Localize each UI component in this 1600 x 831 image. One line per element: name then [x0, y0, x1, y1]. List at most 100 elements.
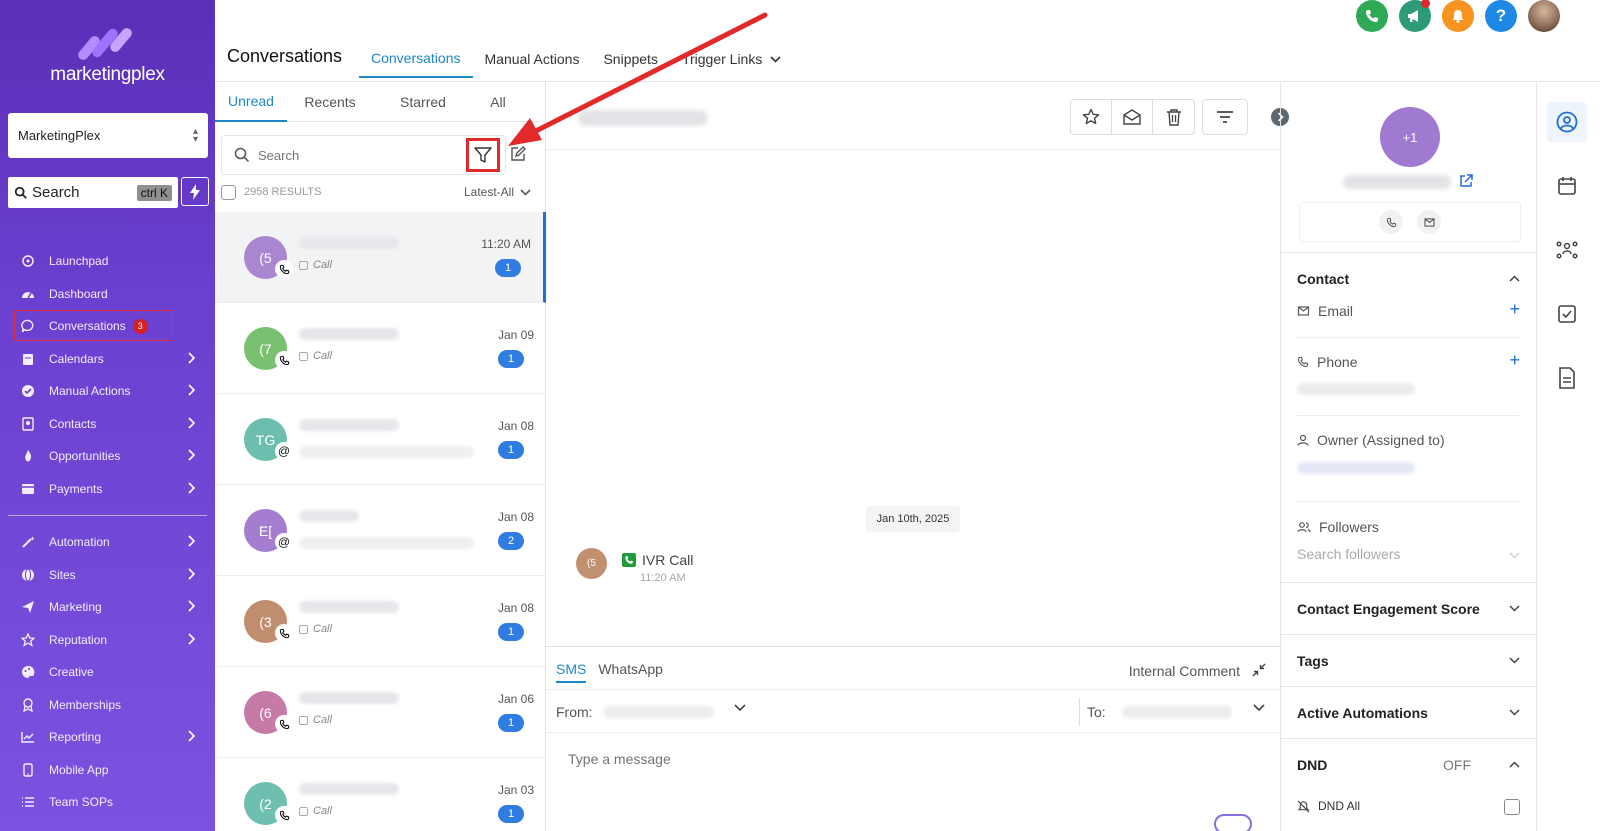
- phone-call-button[interactable]: [1356, 0, 1388, 32]
- conversation-row[interactable]: (2 Call Jan 03 1: [215, 758, 546, 831]
- sidebar: marketingplex MarketingPlex ▴ ▾ Search ct…: [0, 0, 215, 831]
- search-followers-input[interactable]: Search followers: [1297, 546, 1401, 562]
- sidebar-item-creative[interactable]: Creative: [0, 656, 215, 689]
- sidebar-item-mobile-app[interactable]: Mobile App: [0, 754, 215, 787]
- account-switcher[interactable]: MarketingPlex ▴ ▾: [8, 113, 208, 158]
- delete-button[interactable]: [1153, 100, 1194, 134]
- message-input[interactable]: [568, 751, 1248, 767]
- date-separator: Jan 10th, 2025: [866, 506, 960, 532]
- dnd-all-field: DND All: [1297, 799, 1360, 813]
- conversation-row[interactable]: (7 Call Jan 09 1: [215, 303, 546, 394]
- sidebar-item-contacts[interactable]: Contacts: [0, 408, 215, 441]
- chevron-down-icon[interactable]: [1253, 704, 1265, 712]
- conversation-row[interactable]: TG @ Jan 08 1: [215, 394, 546, 485]
- dnd-title[interactable]: DND: [1297, 757, 1327, 773]
- tab-all[interactable]: All: [473, 82, 523, 122]
- sort-dropdown[interactable]: Latest-All: [464, 185, 531, 199]
- sidebar-item-reporting[interactable]: Reporting: [0, 721, 215, 754]
- add-email-button[interactable]: +: [1509, 299, 1520, 320]
- tab-starred[interactable]: Starred: [373, 82, 473, 122]
- user-avatar[interactable]: [1528, 0, 1560, 32]
- conversation-row[interactable]: E[ @ Jan 08 2: [215, 485, 546, 576]
- sidebar-item-reputation[interactable]: Reputation: [0, 624, 215, 657]
- internal-comment-tab[interactable]: Internal Comment: [1129, 663, 1240, 679]
- sidebar-item-label: Dashboard: [49, 286, 108, 301]
- quick-actions-button[interactable]: [181, 177, 209, 206]
- star-button[interactable]: [1071, 100, 1112, 134]
- compose-button[interactable]: [508, 142, 528, 166]
- mark-read-button[interactable]: [1112, 100, 1153, 134]
- automations-section[interactable]: Active Automations: [1281, 686, 1538, 738]
- select-all-checkbox[interactable]: [221, 184, 236, 200]
- announcements-button[interactable]: [1399, 0, 1431, 32]
- contact-name-redacted: [299, 510, 359, 522]
- sidebar-search[interactable]: Search ctrl K: [8, 177, 178, 208]
- chevron-down-icon[interactable]: [734, 704, 746, 712]
- tab-unread[interactable]: Unread: [215, 82, 287, 122]
- notifications-button[interactable]: [1442, 0, 1474, 32]
- sidebar-item-sites[interactable]: Sites: [0, 559, 215, 592]
- question-icon: ?: [1495, 6, 1507, 25]
- sidebar-item-team-sops[interactable]: Team SOPs: [0, 786, 215, 819]
- conversation-search[interactable]: Search: [221, 135, 506, 175]
- header-tabs: Conversations Manual Actions Snippets Tr…: [359, 40, 793, 80]
- rail-notes-button[interactable]: [1547, 358, 1587, 398]
- tags-section[interactable]: Tags: [1281, 634, 1538, 686]
- filter-button[interactable]: [466, 138, 500, 172]
- sidebar-item-memberships[interactable]: Memberships: [0, 689, 215, 722]
- sidebar-item-automation[interactable]: Automation: [0, 526, 215, 559]
- chevron-up-icon[interactable]: [1509, 275, 1520, 282]
- call-contact-button[interactable]: [1379, 210, 1403, 234]
- brand-logo[interactable]: marketingplex: [0, 22, 215, 86]
- account-name: MarketingPlex: [18, 128, 101, 143]
- ivr-call-icon: [622, 553, 636, 567]
- sidebar-item-payments[interactable]: Payments: [0, 473, 215, 506]
- conversation-row[interactable]: (6 Call Jan 06 1: [215, 667, 546, 758]
- add-phone-button[interactable]: +: [1509, 350, 1520, 371]
- chevron-down-icon[interactable]: [1509, 552, 1520, 559]
- envelope-icon: [1297, 306, 1310, 316]
- tab-conversations[interactable]: Conversations: [359, 40, 473, 78]
- rail-opportunities-button[interactable]: [1547, 230, 1587, 270]
- rail-contact-button[interactable]: [1547, 102, 1587, 142]
- search-input[interactable]: Search: [258, 148, 299, 163]
- tab-manual-actions[interactable]: Manual Actions: [473, 40, 592, 78]
- owner-value-redacted[interactable]: [1297, 462, 1415, 474]
- contact-section-title[interactable]: Contact: [1297, 271, 1349, 287]
- rail-calendar-button[interactable]: [1547, 166, 1587, 206]
- tab-sms[interactable]: SMS: [556, 661, 587, 683]
- conversation-row[interactable]: (5 Call 11:20 AM 1: [215, 212, 546, 303]
- email-contact-button[interactable]: [1417, 210, 1441, 234]
- help-button[interactable]: ?: [1485, 0, 1517, 32]
- sidebar-item-opportunities[interactable]: Opportunities: [0, 440, 215, 473]
- chart-line-icon: [20, 729, 36, 745]
- rail-tasks-button[interactable]: [1547, 294, 1587, 334]
- contact-name-redacted: [299, 328, 399, 340]
- sidebar-item-manual-actions[interactable]: Manual Actions: [0, 375, 215, 408]
- chevron-up-icon[interactable]: [1509, 761, 1520, 768]
- sidebar-item-marketing[interactable]: Marketing: [0, 591, 215, 624]
- tab-trigger-links[interactable]: Trigger Links: [670, 40, 793, 78]
- contact-card-icon: [20, 416, 36, 432]
- dnd-all-checkbox[interactable]: [1504, 799, 1520, 815]
- sidebar-item-dashboard[interactable]: Dashboard: [0, 278, 215, 311]
- to-number-redacted[interactable]: [1122, 706, 1232, 718]
- phone-field: Phone: [1297, 354, 1357, 370]
- sidebar-item-calendars[interactable]: Calendars: [0, 343, 215, 376]
- conversation-row[interactable]: (3 Call Jan 08 1: [215, 576, 546, 667]
- from-number-redacted[interactable]: [604, 706, 714, 718]
- chevron-down-icon: [770, 55, 781, 63]
- tab-recents[interactable]: Recents: [287, 82, 373, 122]
- tab-whatsapp[interactable]: WhatsApp: [598, 661, 663, 683]
- engagement-section[interactable]: Contact Engagement Score: [1281, 582, 1538, 634]
- conversation-time: Jan 08: [497, 510, 534, 524]
- thread-filter-button[interactable]: [1202, 99, 1248, 135]
- sidebar-item-label: Reporting: [49, 730, 102, 745]
- sidebar-item-launchpad[interactable]: Launchpad: [0, 245, 215, 278]
- tab-snippets[interactable]: Snippets: [591, 40, 669, 78]
- sidebar-item-conversations[interactable]: Conversations 3: [0, 310, 215, 343]
- page-title: Conversations: [227, 46, 343, 66]
- collapse-arrows-icon[interactable]: [1252, 663, 1266, 677]
- external-link-icon[interactable]: [1459, 174, 1473, 188]
- ai-assist-button[interactable]: [1214, 814, 1252, 831]
